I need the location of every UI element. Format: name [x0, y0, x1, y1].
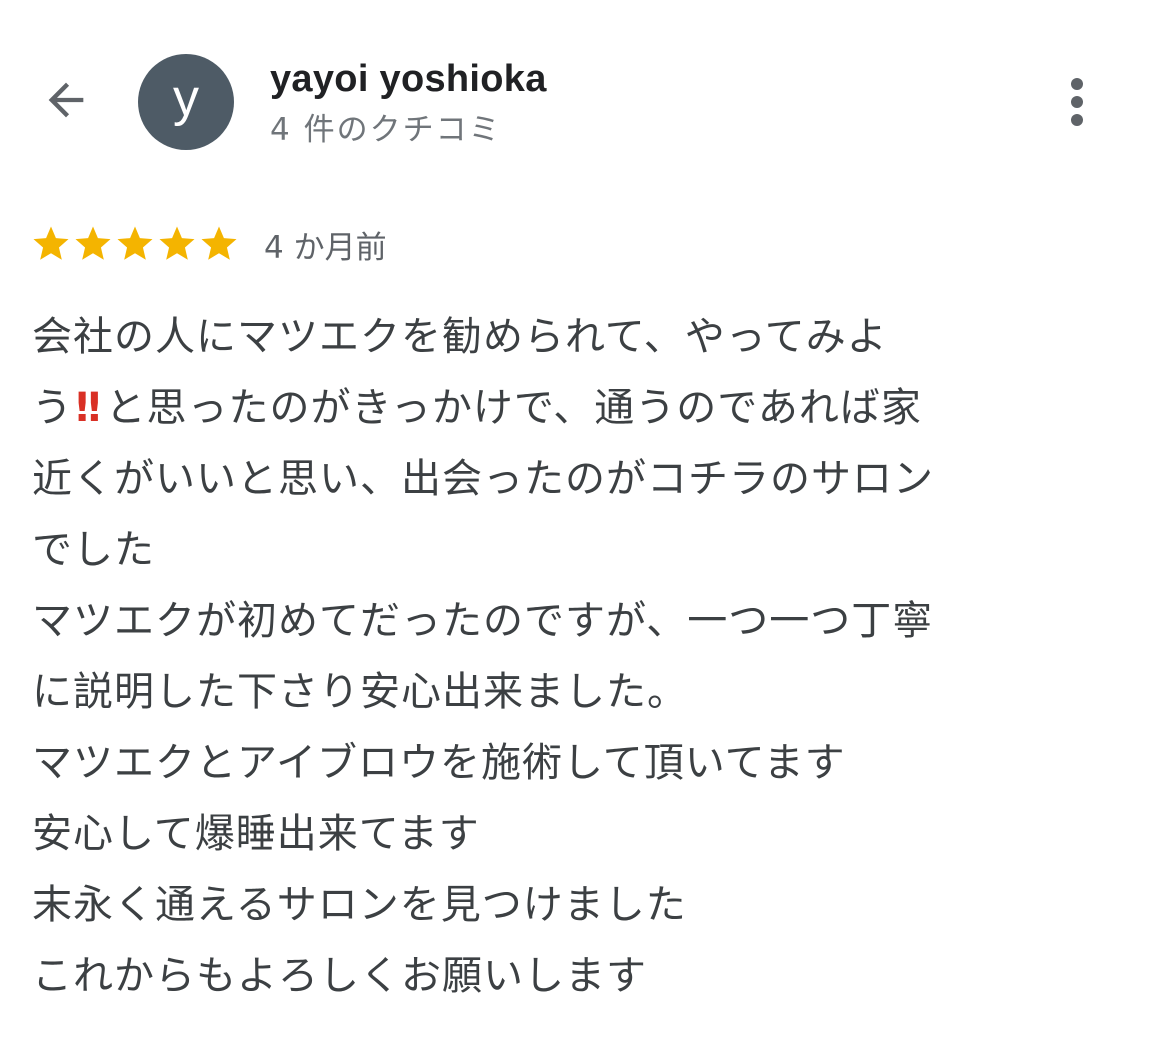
star-icon: [33, 226, 69, 260]
rating-row: 4 か月前: [30, 222, 387, 266]
double-exclamation-emoji: !!: [73, 385, 104, 431]
star-icon: [75, 226, 111, 260]
reviewer-name[interactable]: yayoi yoshioka: [270, 58, 547, 101]
review-line: 末永く通えるサロンを見つけました: [32, 882, 687, 928]
review-line: う!! と思ったのがきっかけで、通うのであれば家: [32, 385, 922, 431]
review-line: に説明した下さり安心出来ました。: [32, 669, 688, 715]
star-icon: [117, 226, 153, 260]
more-options-button[interactable]: [1048, 70, 1106, 134]
arrow-back-icon: [48, 82, 84, 118]
back-button[interactable]: [28, 62, 104, 138]
review-line: これからもよろしくお願いします: [32, 953, 647, 999]
avatar-letter: y: [173, 69, 199, 127]
review-date: 4 か月前: [264, 229, 387, 266]
review-line: 会社の人にマツエクを勧められて、やってみよ: [32, 314, 888, 360]
review-line: 安心して爆睡出来てます: [32, 811, 480, 857]
review-line: マツエクとアイブロウを施術して頂いてます: [32, 740, 846, 786]
reviewer-header: y yayoi yoshioka 4 件のクチコミ: [0, 0, 1151, 180]
star-icon: [201, 226, 237, 260]
star-rating: [30, 223, 240, 265]
star-icon: [159, 226, 195, 260]
review-text: 会社の人にマツエクを勧められて、やってみよ う!! と思ったのがきっかけで、通うので…: [32, 302, 1132, 1012]
review-count: 4 件のクチコミ: [270, 112, 502, 148]
more-vert-icon: [1071, 78, 1083, 126]
review-line: 近くがいいと思い、出会ったのがコチラのサロン: [32, 456, 934, 502]
avatar[interactable]: y: [138, 54, 234, 150]
review-line: マツエクが初めてだったのですが、一つ一つ丁寧: [32, 598, 934, 644]
review-line: でした: [32, 527, 155, 573]
